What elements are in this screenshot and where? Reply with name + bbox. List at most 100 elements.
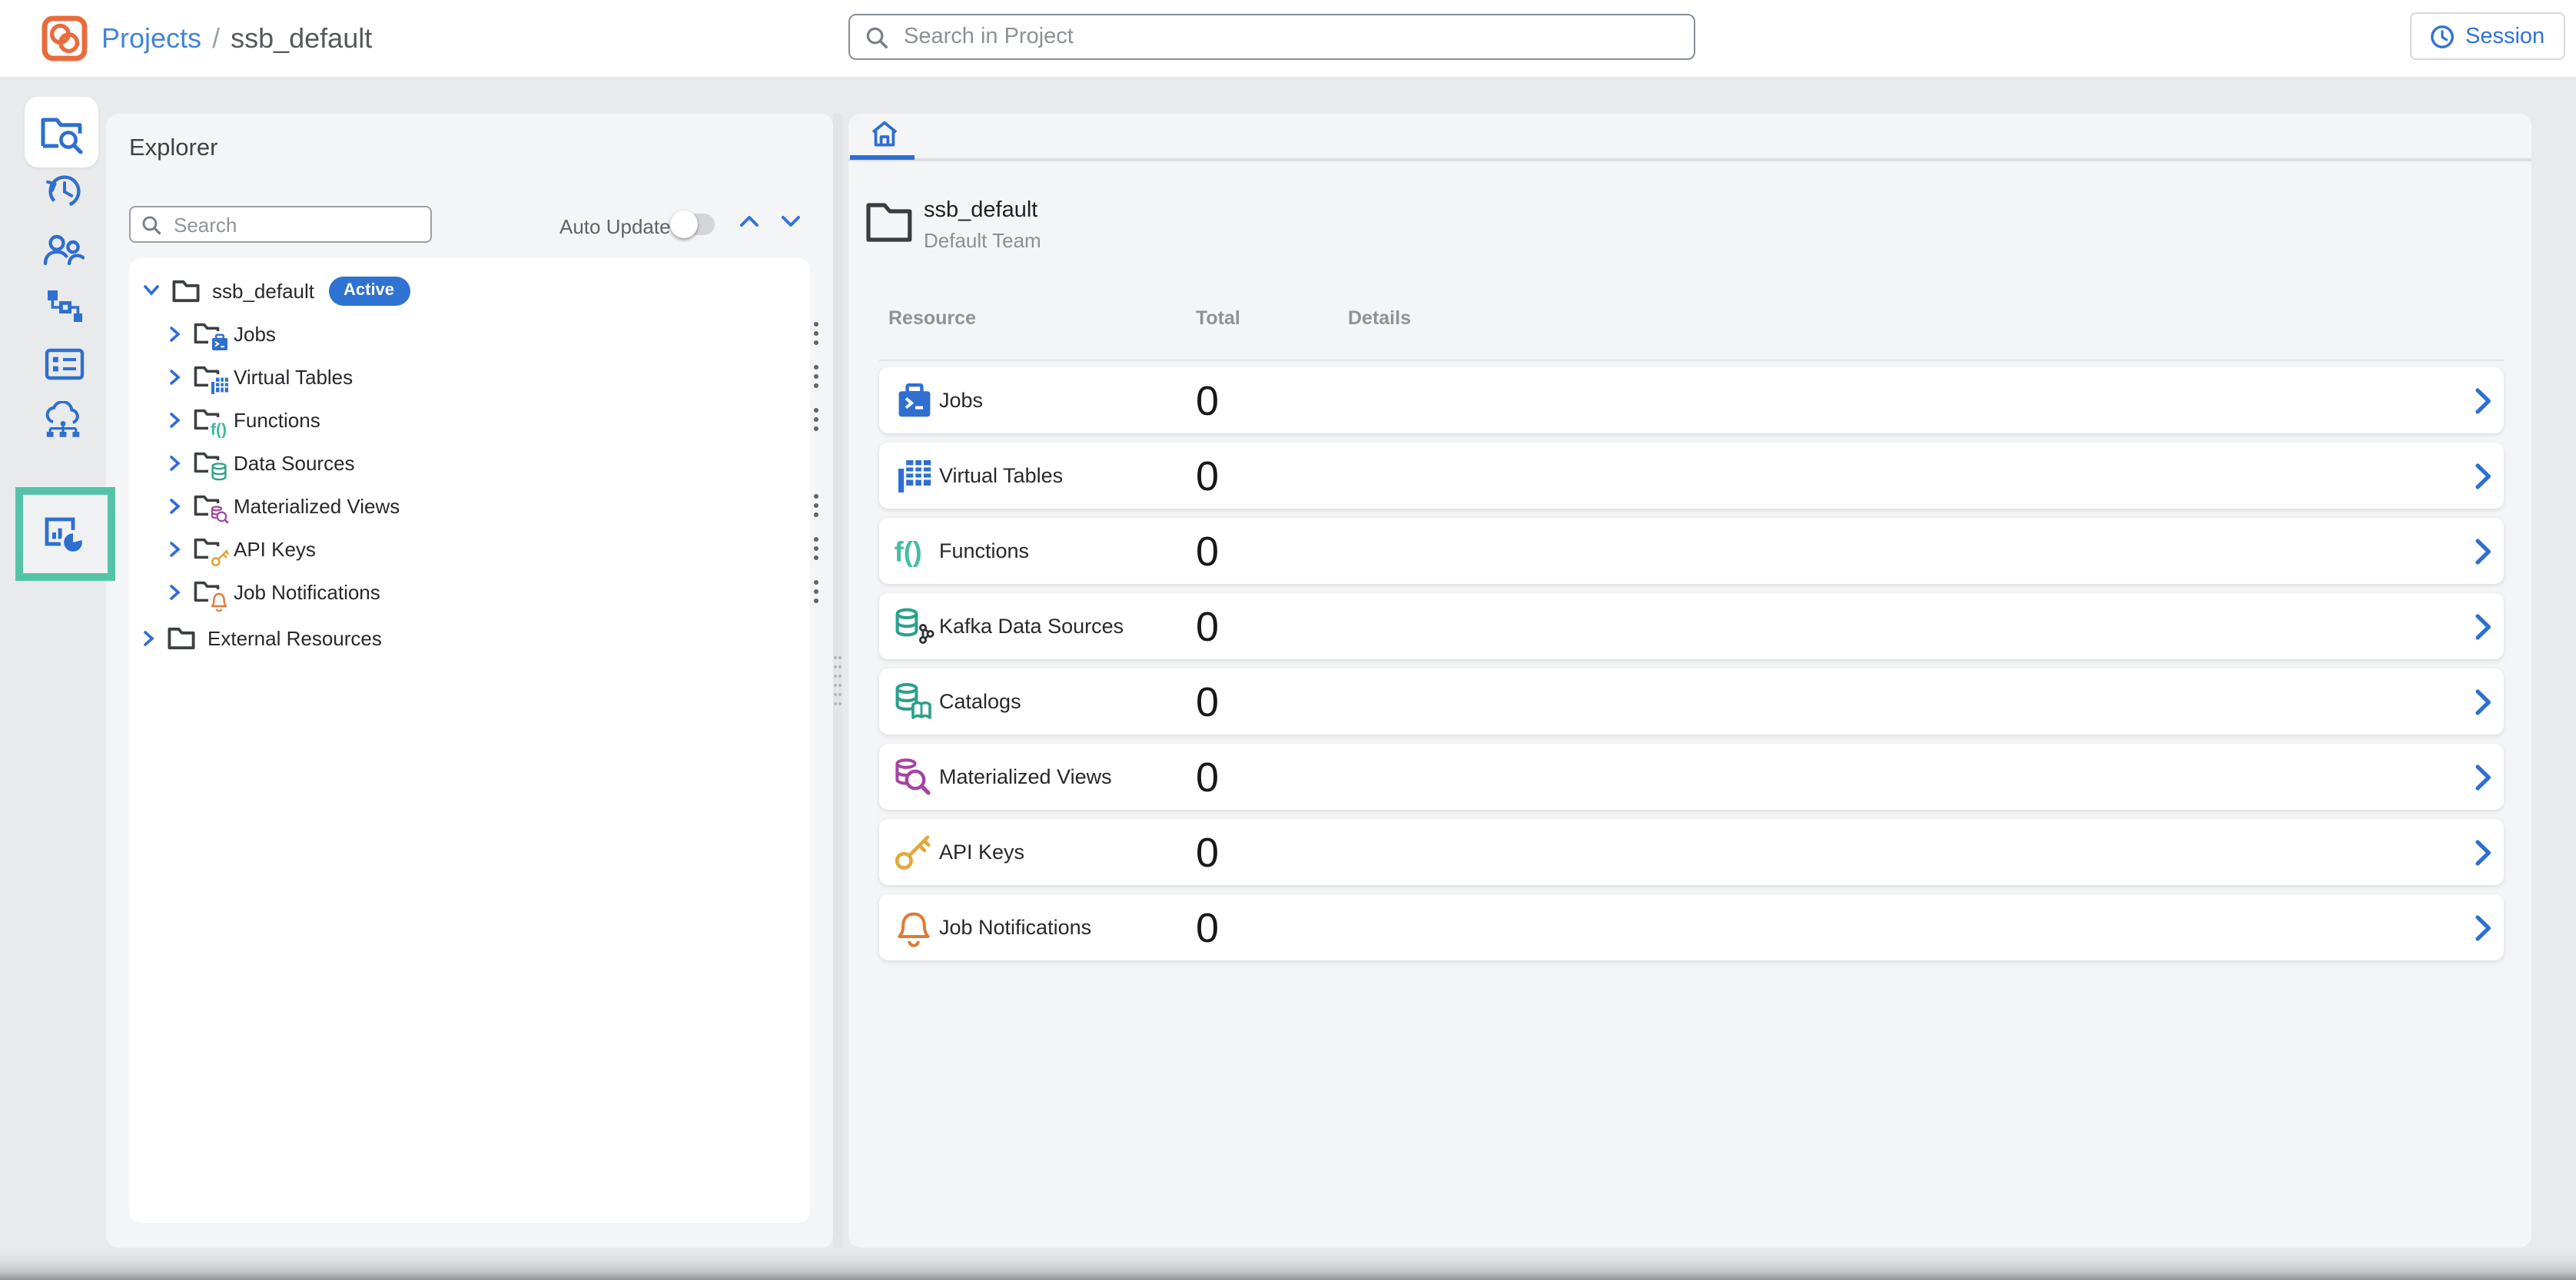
- toggle-knob: [670, 211, 698, 238]
- resource-total: 0: [1196, 744, 1219, 810]
- resource-row-api-keys[interactable]: API Keys 0: [879, 819, 2504, 885]
- project-search-input[interactable]: [901, 23, 1694, 51]
- resource-total: 0: [1196, 668, 1219, 735]
- auto-update-toggle[interactable]: [673, 214, 715, 235]
- expand-down-icon[interactable]: [779, 214, 802, 229]
- rail-history-icon[interactable]: [40, 167, 86, 214]
- tree-row-data-sources[interactable]: Data Sources: [129, 441, 850, 484]
- rail-monitoring-icon[interactable]: [41, 512, 88, 558]
- tree-label: Functions: [234, 408, 320, 431]
- rail-users-icon[interactable]: [40, 226, 86, 272]
- rail-cloud-resources-icon[interactable]: [40, 396, 86, 443]
- tab-home[interactable]: [861, 120, 907, 154]
- chevron-down-icon[interactable]: [143, 284, 160, 297]
- tree-row-external-resources[interactable]: External Resources: [129, 616, 824, 659]
- rail-lineage-icon[interactable]: [41, 283, 88, 329]
- kebab-menu-icon[interactable]: [807, 318, 825, 349]
- tree-row-functions[interactable]: f() Functions: [129, 398, 850, 441]
- chevron-right-icon[interactable]: [2475, 538, 2491, 565]
- resource-label: Job Notifications: [939, 894, 1091, 960]
- resource-row-kafka-data-sources[interactable]: Kafka Data Sources 0: [879, 593, 2504, 659]
- chevron-right-icon[interactable]: [2475, 463, 2491, 490]
- resource-label: API Keys: [939, 819, 1024, 885]
- tree-label: Job Notifications: [234, 580, 380, 603]
- column-header-resource: Resource: [888, 307, 976, 329]
- search-icon: [865, 25, 888, 48]
- kebab-menu-icon[interactable]: [807, 533, 825, 564]
- resource-row-jobs[interactable]: Jobs 0: [879, 367, 2504, 433]
- home-icon: [869, 120, 898, 148]
- api-keys-folder-icon: [194, 537, 221, 560]
- explorer-search-input[interactable]: [171, 211, 430, 237]
- chevron-right-icon[interactable]: [2475, 764, 2491, 791]
- chevron-right-icon[interactable]: [2475, 387, 2491, 415]
- tree-row-api-keys[interactable]: API Keys: [129, 527, 850, 570]
- notification-bell-icon: [893, 907, 934, 948]
- active-badge: Active: [328, 276, 410, 305]
- chevron-right-icon[interactable]: [2475, 914, 2491, 942]
- app-logo-icon[interactable]: [41, 15, 88, 61]
- materialized-views-folder-icon: [194, 494, 221, 517]
- jobs-folder-icon: [194, 322, 221, 345]
- resource-row-job-notifications[interactable]: Job Notifications 0: [879, 894, 2504, 960]
- tree-label: Materialized Views: [234, 494, 400, 517]
- data-sources-folder-icon: [194, 451, 221, 474]
- resource-row-functions[interactable]: f() Functions 0: [879, 518, 2504, 584]
- resource-row-catalogs[interactable]: Catalogs 0: [879, 668, 2504, 735]
- tree-row-virtual-tables[interactable]: Virtual Tables: [129, 355, 850, 398]
- chevron-right-icon[interactable]: [169, 497, 181, 514]
- tree-row-job-notifications[interactable]: Job Notifications: [129, 570, 850, 613]
- resource-total: 0: [1196, 443, 1219, 509]
- resource-label: Virtual Tables: [939, 443, 1063, 509]
- session-button[interactable]: Session: [2410, 12, 2564, 60]
- chevron-right-icon[interactable]: [2475, 839, 2491, 867]
- chevron-right-icon[interactable]: [169, 454, 181, 471]
- rail-data-definitions-icon[interactable]: [41, 341, 88, 387]
- breadcrumb: Projects / ssb_default: [101, 0, 372, 77]
- project-search: [848, 14, 1695, 60]
- kebab-menu-icon[interactable]: [807, 361, 825, 392]
- tree-row-jobs[interactable]: Jobs: [129, 312, 850, 355]
- virtual-tables-icon: [893, 455, 934, 496]
- chevron-right-icon[interactable]: [169, 583, 181, 600]
- rail-explorer-icon[interactable]: [38, 109, 85, 155]
- kebab-menu-icon[interactable]: [807, 490, 825, 521]
- materialized-view-icon: [893, 756, 934, 798]
- tree-label: Jobs: [234, 322, 276, 345]
- app-root: Projects / ssb_default Session: [0, 0, 2576, 1280]
- breadcrumb-projects-link[interactable]: Projects: [101, 23, 201, 54]
- chevron-right-icon[interactable]: [143, 629, 155, 646]
- kafka-data-source-icon: [893, 605, 934, 647]
- chevron-right-icon[interactable]: [2475, 613, 2491, 641]
- breadcrumb-separator: /: [212, 23, 220, 54]
- project-team: Default Team: [924, 229, 1041, 252]
- chevron-right-icon[interactable]: [169, 368, 181, 385]
- tree-row-ssb-default[interactable]: ssb_default Active: [129, 269, 824, 312]
- collapse-up-icon[interactable]: [738, 214, 761, 229]
- virtual-tables-folder-icon: [194, 365, 221, 388]
- folder-icon: [168, 626, 195, 649]
- kebab-menu-icon[interactable]: [807, 576, 825, 607]
- chevron-right-icon[interactable]: [2475, 688, 2491, 716]
- resource-total: 0: [1196, 518, 1219, 584]
- chevron-right-icon[interactable]: [169, 325, 181, 342]
- svg-text:f(): f(): [895, 536, 922, 567]
- resize-grip-dots-icon[interactable]: [832, 653, 844, 705]
- tree-label: Data Sources: [234, 451, 355, 474]
- kebab-menu-icon[interactable]: [807, 404, 825, 435]
- catalog-icon: [893, 681, 934, 722]
- auto-update-label: Auto Update: [559, 215, 671, 238]
- resource-label: Catalogs: [939, 668, 1021, 735]
- tree-label: External Resources: [207, 626, 382, 649]
- project-name: ssb_default: [924, 198, 1037, 223]
- resource-total: 0: [1196, 894, 1219, 960]
- tree-row-materialized-views[interactable]: Materialized Views: [129, 484, 850, 527]
- breadcrumb-current: ssb_default: [231, 23, 372, 54]
- functions-folder-icon: f(): [194, 408, 221, 431]
- chevron-right-icon[interactable]: [169, 540, 181, 557]
- tree-label: ssb_default: [212, 279, 314, 302]
- chevron-right-icon[interactable]: [169, 411, 181, 428]
- svg-text:f(): f(): [211, 420, 227, 437]
- resource-row-materialized-views[interactable]: Materialized Views 0: [879, 744, 2504, 810]
- resource-row-virtual-tables[interactable]: Virtual Tables 0: [879, 443, 2504, 509]
